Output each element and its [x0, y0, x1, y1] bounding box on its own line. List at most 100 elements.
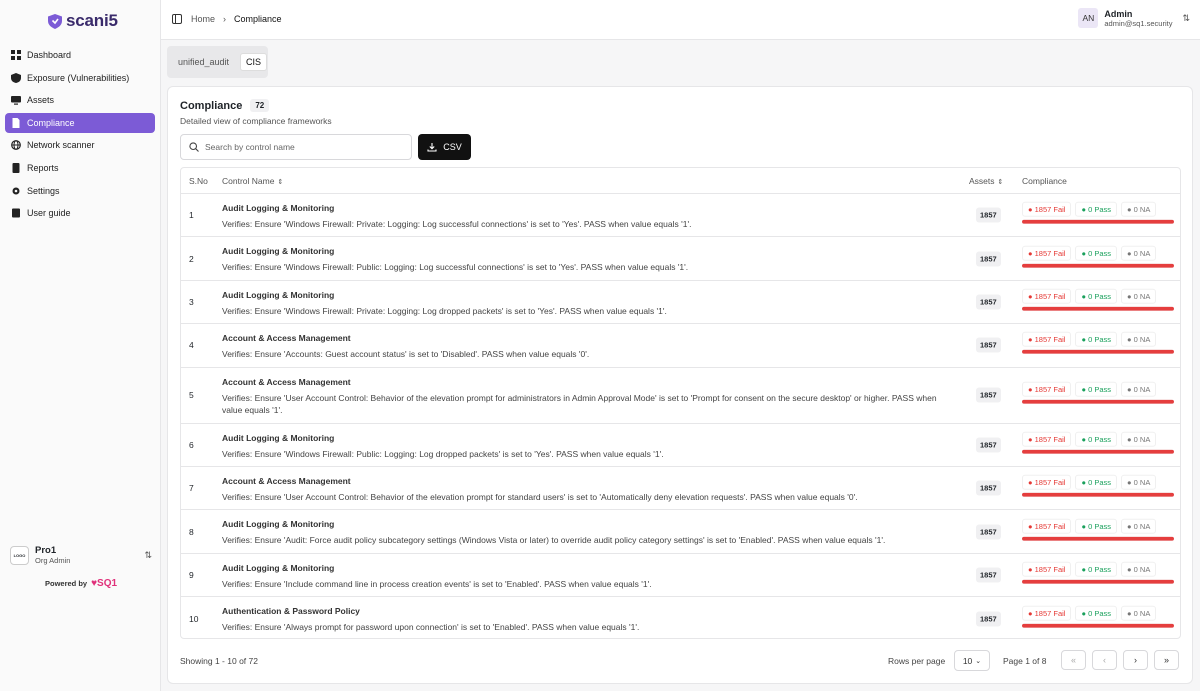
- header-control-name[interactable]: Control Name ⇕: [222, 176, 283, 186]
- sidebar-item-settings[interactable]: Settings: [5, 181, 155, 201]
- control-category: Audit Logging & Monitoring: [222, 562, 335, 573]
- sidebar-item-reports[interactable]: Reports: [5, 158, 155, 178]
- search-box[interactable]: [180, 134, 412, 160]
- fail-label: 1857 Fail: [1034, 384, 1066, 394]
- rows-per-page-value: 10: [962, 655, 973, 666]
- assets-badge: 1857: [976, 337, 1001, 353]
- first-page-button[interactable]: «: [1061, 650, 1086, 670]
- pass-count: ● 0 Pass: [1075, 518, 1118, 534]
- assets-badge: 1857: [976, 524, 1001, 540]
- fail-bar-fill: [1022, 536, 1174, 541]
- compliance-bar: [1022, 449, 1174, 454]
- control-category: Audit Logging & Monitoring: [222, 519, 335, 530]
- pass-count: ● 0 Pass: [1075, 561, 1118, 577]
- compliance-summary: ● 1857 Fail ● 0 Pass ● 0 NA: [1022, 288, 1174, 311]
- compliance-bar: [1022, 263, 1174, 268]
- sidebar-item-assets[interactable]: Assets: [5, 90, 155, 110]
- sidebar-item-network[interactable]: Network scanner: [5, 135, 155, 155]
- pass-count: ● 0 Pass: [1075, 288, 1118, 304]
- table-row[interactable]: 2 Audit Logging & Monitoring Verifies: Ens…: [181, 237, 1180, 281]
- fail-bar-fill: [1022, 492, 1174, 497]
- shield-icon: [11, 72, 21, 83]
- sidebar-item-exposure[interactable]: Exposure (Vulnerabilities): [5, 68, 155, 88]
- compliance-summary: ● 1857 Fail ● 0 Pass ● 0 NA: [1022, 605, 1174, 628]
- tab-unified-audit[interactable]: unified_audit: [173, 54, 234, 70]
- table-row[interactable]: 7 Account & Access Management Verifies: En…: [181, 467, 1180, 511]
- next-page-button[interactable]: ›: [1123, 650, 1148, 670]
- header-sno: S.No: [189, 175, 208, 186]
- sidebar-toggle-icon[interactable]: [172, 14, 182, 24]
- control-category: Account & Access Management: [222, 333, 351, 344]
- chevron-up-down-icon: ⇅: [1182, 12, 1190, 23]
- assets-badge: 1857: [976, 437, 1001, 453]
- brand-logo[interactable]: scani5: [48, 11, 118, 31]
- rows-per-page-label: Rows per page: [888, 656, 946, 666]
- control-category: Account & Access Management: [222, 376, 351, 387]
- pass-label: 0 Pass: [1088, 477, 1112, 487]
- table-row[interactable]: 4 Account & Access Management Verifies: En…: [181, 324, 1180, 368]
- compliance-bar: [1022, 492, 1174, 497]
- csv-export-button[interactable]: CSV: [418, 134, 471, 160]
- table-row[interactable]: 5 Account & Access Management Verifies: En…: [181, 368, 1180, 424]
- na-count: ● 0 NA: [1121, 431, 1157, 447]
- tab-cis[interactable]: CIS: [240, 53, 268, 71]
- avatar: AN: [1078, 8, 1099, 28]
- last-page-button[interactable]: »: [1154, 650, 1179, 670]
- pass-count: ● 0 Pass: [1075, 431, 1118, 447]
- page-title: Compliance: [180, 99, 243, 112]
- search-input[interactable]: [205, 142, 395, 152]
- fail-label: 1857 Fail: [1034, 521, 1066, 531]
- table-row[interactable]: 8 Audit Logging & Monitoring Verifies: Ens…: [181, 510, 1180, 554]
- assets-badge: 1857: [976, 251, 1001, 267]
- page-subtitle: Detailed view of compliance frameworks: [180, 116, 332, 126]
- fail-label: 1857 Fail: [1034, 335, 1066, 345]
- control-description: Verifies: Ensure 'Windows Firewall: Publ…: [222, 262, 689, 273]
- row-number: 10: [189, 613, 199, 624]
- na-label: 0 NA: [1133, 608, 1151, 618]
- fail-count: ● 1857 Fail: [1022, 561, 1072, 577]
- user-menu[interactable]: AN Admin admin@sq1.security ⇅: [1078, 8, 1190, 28]
- sidebar-item-label: Network scanner: [27, 140, 95, 151]
- org-switcher[interactable]: LOGO Pro1 Org Admin ⇅: [10, 545, 152, 565]
- compliance-bar: [1022, 306, 1174, 311]
- pass-count: ● 0 Pass: [1075, 201, 1118, 217]
- brand-name: scani5: [66, 11, 118, 30]
- na-label: 0 NA: [1133, 291, 1151, 301]
- download-icon: [427, 143, 437, 152]
- sort-icon: ⇕: [997, 178, 1004, 186]
- na-count: ● 0 NA: [1121, 381, 1157, 397]
- dashboard-icon: [11, 50, 21, 60]
- pass-label: 0 Pass: [1088, 384, 1112, 394]
- control-category: Authentication & Password Policy: [222, 606, 360, 617]
- fail-bar-fill: [1022, 623, 1174, 628]
- header-assets[interactable]: Assets ⇕: [969, 176, 1003, 186]
- sidebar-item-label: User guide: [27, 208, 71, 219]
- breadcrumb-home[interactable]: Home: [191, 14, 215, 24]
- table-row[interactable]: 1 Audit Logging & Monitoring Verifies: Ens…: [181, 194, 1180, 238]
- sidebar-item-dashboard[interactable]: Dashboard: [5, 45, 155, 65]
- sidebar-item-compliance[interactable]: Compliance: [5, 112, 155, 133]
- na-label: 0 NA: [1133, 384, 1151, 394]
- compliance-bar: [1022, 579, 1174, 584]
- chevron-up-down-icon: ⇅: [144, 549, 152, 560]
- compliance-bar: [1022, 623, 1174, 628]
- fail-label: 1857 Fail: [1034, 608, 1066, 618]
- rows-per-page-select[interactable]: 10 ⌄: [954, 650, 990, 671]
- assets-badge: 1857: [976, 207, 1001, 223]
- table-row[interactable]: 6 Audit Logging & Monitoring Verifies: Ens…: [181, 424, 1180, 467]
- table-row[interactable]: 9 Audit Logging & Monitoring Verifies: Ens…: [181, 554, 1180, 598]
- table-row[interactable]: 3 Audit Logging & Monitoring Verifies: Ens…: [181, 281, 1180, 325]
- sort-icon: ⇕: [277, 178, 284, 186]
- breadcrumb: Home › Compliance: [191, 14, 282, 24]
- pass-label: 0 Pass: [1088, 335, 1112, 345]
- row-number: 7: [189, 483, 194, 494]
- double-chevron-right-icon: »: [1163, 655, 1169, 665]
- table-body: 1 Audit Logging & Monitoring Verifies: Ens…: [181, 194, 1180, 638]
- assets-badge: 1857: [976, 480, 1001, 496]
- sidebar-item-user[interactable]: User guide: [5, 203, 155, 223]
- row-number: 9: [189, 569, 194, 580]
- prev-page-button[interactable]: ‹: [1092, 650, 1117, 670]
- compliance-card: Compliance 72 Detailed view of complianc…: [167, 86, 1193, 684]
- pass-count: ● 0 Pass: [1075, 245, 1118, 261]
- table-row[interactable]: 10 Authentication & Password Policy Verifi…: [181, 597, 1180, 638]
